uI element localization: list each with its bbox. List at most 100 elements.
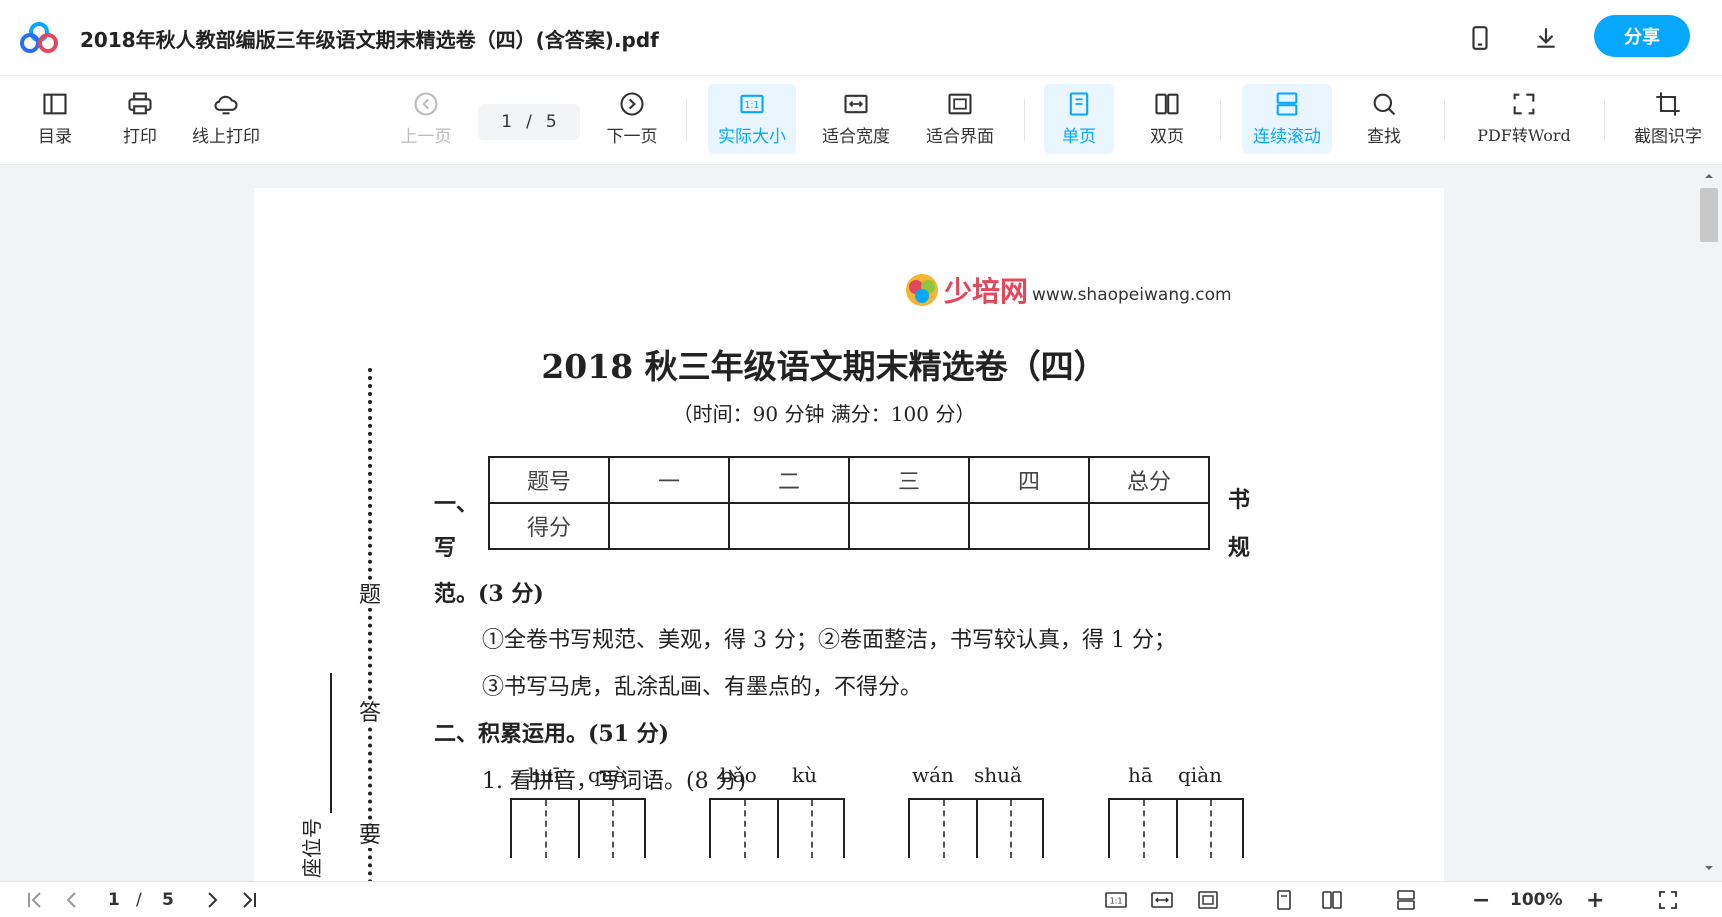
pinyin-syllable: kù	[792, 763, 817, 787]
table-row: 题号 一 二 三 四 总分	[488, 456, 1210, 504]
status-current-page[interactable]: 1	[108, 888, 120, 912]
find-button[interactable]: 查找	[1362, 84, 1406, 154]
fit-width-label: 适合宽度	[822, 127, 890, 147]
status-continuous-button[interactable]	[1394, 888, 1418, 912]
continuous-scroll-button[interactable]: 连续滚动	[1242, 84, 1332, 154]
single-page-icon	[1277, 890, 1291, 910]
scroll-up-icon[interactable]	[1704, 171, 1714, 181]
table-header-cell: 二	[728, 456, 850, 504]
actual-size-icon: 1:1	[740, 94, 764, 114]
table-header-cell: 一	[608, 456, 730, 504]
side-text-right: 书	[1228, 487, 1251, 513]
binding-dotted-line	[368, 368, 372, 888]
writing-grid	[709, 798, 845, 858]
next-page-label: 下一页	[606, 127, 658, 147]
fullscreen-button[interactable]	[1656, 888, 1680, 912]
pinyin-syllable: hā	[1128, 763, 1153, 787]
brand-watermark: 少培网 www.shaopeiwang.com	[904, 270, 1232, 310]
zoom-in-button[interactable]: +	[1586, 888, 1604, 913]
pinyin-syllable: shuǎ	[974, 763, 1022, 787]
scroll-down-icon[interactable]	[1704, 863, 1714, 873]
print-button[interactable]: 打印	[120, 84, 160, 154]
writing-grid	[510, 798, 646, 858]
fit-width-icon	[844, 94, 868, 114]
printer-icon	[128, 92, 152, 115]
score-table: 题号 一 二 三 四 总分 得分	[488, 456, 1210, 550]
share-button[interactable]: 分享	[1594, 15, 1690, 57]
online-print-button[interactable]: 线上打印	[188, 84, 264, 154]
fit-page-button[interactable]: 适合界面	[922, 84, 998, 154]
pinyin-syllable: què	[588, 763, 626, 787]
first-page-button[interactable]	[24, 888, 48, 912]
single-page-button[interactable]: 单页	[1044, 84, 1114, 154]
chevron-left-circle-icon	[414, 92, 438, 116]
section1-line: ①全卷书写规范、美观，得 3 分；②卷面整洁，书写较认真，得 1 分；	[482, 628, 1176, 653]
pinyin-syllable: bǎo	[720, 763, 757, 787]
find-label: 查找	[1367, 127, 1401, 147]
fit-page-icon	[948, 93, 972, 115]
status-bar: 1 / 5 1:1 − 100% +	[0, 881, 1722, 917]
prev-page-button[interactable]: 上一页	[398, 84, 454, 154]
actual-size-button[interactable]: 1:1 实际大小	[708, 84, 796, 154]
status-double-page-button[interactable]	[1320, 888, 1344, 912]
table-header-cell: 总分	[1088, 456, 1210, 504]
toc-button[interactable]: 目录	[36, 84, 74, 154]
pdf-to-word-button[interactable]: PDF转Word	[1476, 84, 1572, 154]
toolbar-divider	[1024, 99, 1025, 141]
crop-icon	[1656, 92, 1680, 116]
table-header-cell: 题号	[488, 456, 610, 504]
status-actual-size-button[interactable]: 1:1	[1104, 888, 1128, 912]
scrollbar-thumb[interactable]	[1700, 188, 1718, 242]
next-page-button[interactable]: 下一页	[604, 84, 660, 154]
total-pages: 5	[545, 112, 557, 132]
table-row: 得分	[488, 502, 1210, 550]
status-single-page-button[interactable]	[1272, 888, 1296, 912]
ocr-button[interactable]: 截图识字	[1630, 84, 1706, 154]
last-page-button[interactable]	[236, 888, 260, 912]
zoom-out-button[interactable]: −	[1472, 888, 1490, 913]
actual-size-label: 实际大小	[718, 127, 786, 147]
toolbar-divider	[686, 99, 687, 141]
side-text-right: 规	[1228, 535, 1251, 561]
status-fit-page-button[interactable]	[1196, 888, 1220, 912]
continuous-scroll-icon	[1276, 92, 1298, 116]
side-text-left: 写	[434, 535, 457, 561]
single-page-icon	[1069, 92, 1089, 116]
cloud-print-icon	[214, 95, 238, 115]
first-page-icon	[28, 892, 41, 908]
svg-text:1:1: 1:1	[744, 100, 759, 111]
table-cell	[848, 502, 970, 550]
current-page: 1	[501, 112, 513, 132]
status-fit-width-button[interactable]	[1150, 888, 1174, 912]
download-button[interactable]	[1528, 20, 1564, 56]
seat-number-label: 座位号	[300, 818, 324, 878]
table-cell	[968, 502, 1090, 550]
zoom-level: 100%	[1510, 890, 1563, 910]
print-label: 打印	[123, 127, 157, 147]
prev-page-small-button[interactable]	[60, 888, 84, 912]
title-bar: 2018年秋人教部编版三年级语文期末精选卷（四）(含答案).pdf 分享	[0, 0, 1722, 76]
vertical-scrollbar[interactable]	[1696, 165, 1722, 881]
download-icon	[1537, 28, 1555, 48]
pinyin-syllable: qiàn	[1178, 763, 1223, 787]
table-cell	[728, 502, 850, 550]
fullscreen-icon	[1659, 891, 1677, 909]
table-cell	[1088, 502, 1210, 550]
chevron-left-icon	[66, 892, 76, 908]
svg-text:1:1: 1:1	[1110, 897, 1123, 906]
online-print-label: 线上打印	[192, 127, 260, 147]
phone-icon	[1472, 26, 1488, 50]
exam-title: 2018 秋三年级语文期末精选卷（四）	[541, 347, 1107, 386]
mobile-view-button[interactable]	[1462, 20, 1498, 56]
fit-width-button[interactable]: 适合宽度	[818, 84, 894, 154]
fit-width-icon	[1151, 892, 1173, 908]
writing-grid	[1108, 798, 1244, 858]
continuous-scroll-label: 连续滚动	[1253, 127, 1321, 147]
table-header-cell: 三	[848, 456, 970, 504]
section1-line: ③书写马虎，乱涂乱画、有墨点的，不得分。	[482, 675, 923, 700]
page-number-input[interactable]: 1 / 5	[478, 104, 580, 140]
next-page-small-button[interactable]	[200, 888, 224, 912]
actual-size-icon: 1:1	[1105, 892, 1127, 908]
double-page-button[interactable]: 双页	[1132, 84, 1202, 154]
convert-icon	[1513, 93, 1535, 115]
